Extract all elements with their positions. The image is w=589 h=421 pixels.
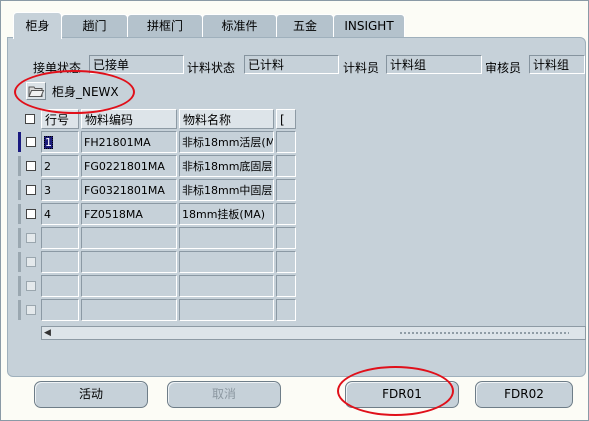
costing-status-label: 计料状态 — [187, 61, 236, 75]
row-marker[interactable] — [18, 156, 21, 176]
tab-sliding-door[interactable]: 趟门 — [61, 14, 128, 37]
cell-line[interactable] — [41, 299, 79, 321]
row-checkbox[interactable] — [26, 281, 36, 291]
row-checkbox[interactable] — [26, 257, 36, 267]
row-checkbox[interactable] — [26, 185, 36, 195]
cell-line[interactable] — [41, 251, 79, 273]
row-marker[interactable] — [18, 204, 21, 224]
reviewer-field[interactable]: 计料组 — [529, 55, 585, 74]
cell-code[interactable] — [81, 275, 177, 297]
cell-extra[interactable] — [276, 155, 296, 177]
cell-extra[interactable] — [276, 299, 296, 321]
cell-code[interactable] — [81, 251, 177, 273]
tab-frame-door[interactable]: 拼框门 — [127, 14, 203, 37]
tab-standard-parts[interactable]: 标准件 — [202, 14, 277, 37]
cell-name[interactable]: 非标18mm底固层 — [179, 155, 274, 177]
row-marker[interactable] — [18, 300, 21, 320]
cell-code[interactable]: FZ0518MA — [81, 203, 177, 225]
order-status-field[interactable]: 已接单 — [89, 55, 184, 74]
cancel-button[interactable]: 取消 — [167, 381, 281, 408]
cell-name[interactable] — [179, 251, 274, 273]
activity-button[interactable]: 活动 — [34, 381, 148, 408]
col-header-code[interactable]: 物料编码 — [81, 109, 177, 129]
cell-line-value: 1 — [44, 136, 53, 149]
costing-clerk-field[interactable]: 计料组 — [386, 55, 482, 74]
cell-code[interactable] — [81, 227, 177, 249]
cell-line[interactable]: 4 — [41, 203, 79, 225]
folder-open-icon[interactable] — [26, 82, 46, 100]
cell-line[interactable]: 3 — [41, 179, 79, 201]
cell-name[interactable]: 非标18mm中固层 — [179, 179, 274, 201]
col-header-name[interactable]: 物料名称 — [179, 109, 274, 129]
cell-extra[interactable] — [276, 251, 296, 273]
row-marker[interactable] — [18, 276, 21, 296]
cell-name[interactable]: 非标18mm活层(M — [179, 131, 274, 153]
row-checkbox[interactable] — [26, 305, 36, 315]
scrollbar-thumb[interactable] — [399, 331, 569, 335]
reviewer-label: 审核员 — [485, 61, 522, 75]
cell-extra[interactable] — [276, 131, 296, 153]
cell-extra[interactable] — [276, 227, 296, 249]
order-status-label: 接单状态 — [33, 61, 82, 75]
row-marker[interactable] — [18, 180, 21, 200]
cell-line[interactable]: 2 — [41, 155, 79, 177]
cell-extra[interactable] — [276, 203, 296, 225]
horizontal-scrollbar[interactable]: ◀ — [41, 326, 586, 340]
cell-extra[interactable] — [276, 179, 296, 201]
cell-name[interactable] — [179, 227, 274, 249]
cell-line[interactable]: 1 — [41, 131, 79, 153]
row-marker[interactable] — [18, 132, 21, 152]
cell-line[interactable] — [41, 227, 79, 249]
tab-cabinet[interactable]: 柜身 — [13, 12, 62, 39]
tab-hardware[interactable]: 五金 — [276, 14, 334, 37]
cell-name[interactable] — [179, 299, 274, 321]
row-checkbox[interactable] — [26, 233, 36, 243]
col-header-line[interactable]: 行号 — [41, 109, 79, 129]
cell-code[interactable]: FH21801MA — [81, 131, 177, 153]
scroll-left-icon[interactable]: ◀ — [44, 328, 51, 339]
col-header-extra[interactable]: [ — [276, 109, 296, 129]
fdr01-button[interactable]: FDR01 — [345, 381, 459, 408]
cell-extra[interactable] — [276, 275, 296, 297]
fdr02-button[interactable]: FDR02 — [475, 381, 573, 408]
row-checkbox[interactable] — [26, 161, 36, 171]
cell-code[interactable] — [81, 299, 177, 321]
row-marker[interactable] — [18, 252, 21, 272]
select-all-checkbox[interactable] — [25, 114, 35, 124]
cell-code[interactable]: FG0321801MA — [81, 179, 177, 201]
tab-insight[interactable]: INSIGHT — [333, 14, 405, 37]
cell-code[interactable]: FG0221801MA — [81, 155, 177, 177]
costing-status-field[interactable]: 已计料 — [244, 55, 339, 74]
row-checkbox[interactable] — [26, 137, 36, 147]
cell-line[interactable] — [41, 275, 79, 297]
row-checkbox[interactable] — [26, 209, 36, 219]
folder-label: 柜身_NEWX — [52, 85, 119, 99]
row-marker[interactable] — [18, 228, 21, 248]
cell-name[interactable] — [179, 275, 274, 297]
cell-name[interactable]: 18mm挂板(MA) — [179, 203, 274, 225]
costing-clerk-label: 计料员 — [343, 61, 380, 75]
